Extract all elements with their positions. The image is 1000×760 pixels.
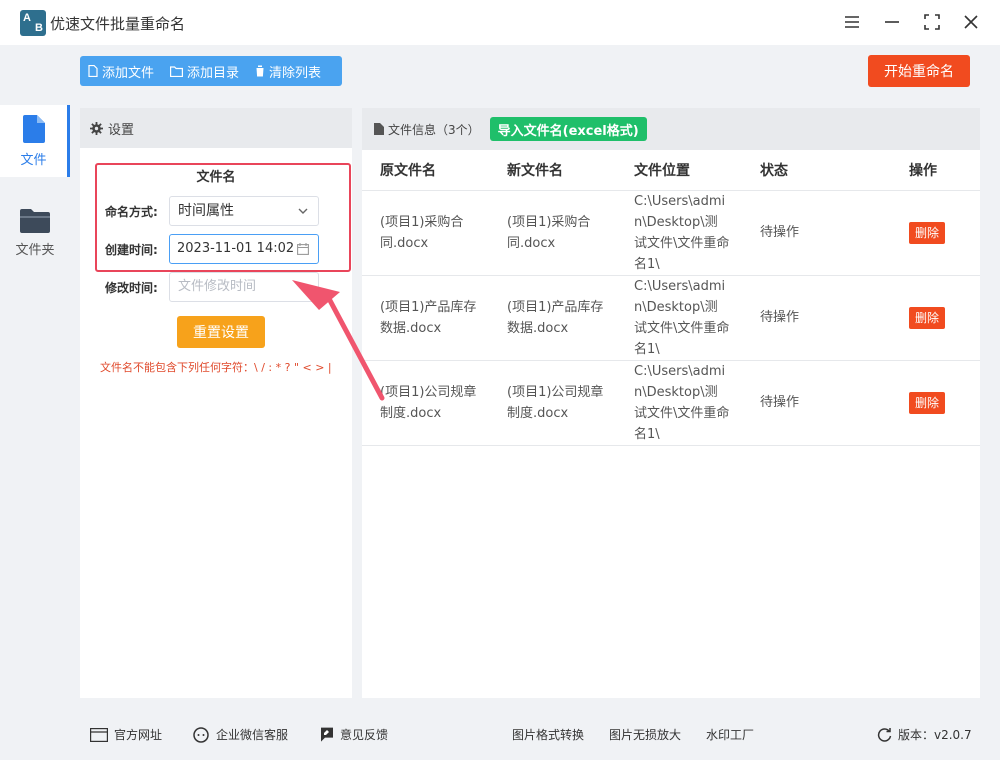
naming-mode-select[interactable]: 时间属性 [169, 196, 319, 226]
reset-settings-button[interactable]: 重置设置 [177, 316, 265, 348]
created-time-value: 2023-11-01 14:02 [177, 241, 295, 256]
menu-icon[interactable] [837, 8, 867, 36]
naming-mode-value: 时间属性 [178, 203, 234, 219]
version-info[interactable]: 版本：v2.0.7 [877, 726, 972, 743]
website-icon [90, 727, 108, 742]
title-bar: A B 优速文件批量重命名 [0, 0, 1000, 45]
app-title: 优速文件批量重命名 [50, 15, 186, 33]
trash-icon [255, 65, 266, 77]
status-cell: 待操作 [742, 190, 891, 276]
sidebar: 文件 文件夹 [0, 45, 70, 710]
section-title: 文件名 [196, 170, 236, 185]
new-name-cell: (项目1)产品库存数据.docx [489, 275, 616, 361]
status-cell: 待操作 [742, 275, 891, 361]
calendar-icon [297, 243, 309, 255]
settings-header: 设置 [80, 108, 352, 148]
clear-list-button[interactable]: 清除列表 [247, 56, 329, 86]
refresh-icon [877, 728, 892, 742]
location-cell: C:\Users\admin\Desktop\测试文件\文件重命名1\ [616, 190, 742, 276]
toolbar: 添加文件 添加目录 清除列表 [80, 56, 342, 86]
feedback-icon [321, 727, 333, 742]
close-icon[interactable] [956, 8, 986, 36]
table-row: (项目1)产品库存数据.docx (项目1)产品库存数据.docx C:\Use… [362, 275, 980, 361]
sidebar-item-folder[interactable]: 文件夹 [0, 197, 70, 269]
original-name-cell: (项目1)采购合同.docx [362, 190, 489, 276]
add-file-label: 添加文件 [102, 65, 155, 81]
action-cell: 删除 [891, 275, 980, 361]
feedback-label: 意见反馈 [340, 728, 389, 742]
settings-panel: 设置 文件名 命名方式: 时间属性 创建时间: 2023-11-01 14:02… [80, 108, 352, 698]
file-icon [374, 123, 384, 135]
add-directory-button[interactable]: 添加目录 [162, 56, 247, 86]
website-label: 官方网址 [114, 728, 163, 742]
logo-letter-b: B [35, 22, 43, 34]
modified-time-input[interactable]: 文件修改时间 [169, 272, 319, 302]
new-name-cell: (项目1)公司规章制度.docx [489, 360, 616, 446]
table-row: (项目1)采购合同.docx (项目1)采购合同.docx C:\Users\a… [362, 190, 980, 276]
delete-button[interactable]: 删除 [909, 306, 946, 329]
sidebar-item-label: 文件夹 [15, 242, 55, 258]
website-link[interactable]: 官方网址 [90, 726, 162, 743]
column-header: 原文件名 [362, 150, 489, 191]
gear-icon [90, 121, 103, 135]
action-cell: 删除 [891, 360, 980, 446]
files-panel: 文件信息（3个） 导入文件名(excel格式) 原文件名 新文件名 文件位置 状… [362, 108, 980, 698]
image-upscale-link[interactable]: 图片无损放大 [609, 726, 681, 743]
sidebar-item-label: 文件 [20, 152, 47, 168]
column-header: 操作 [891, 150, 980, 191]
clear-list-label: 清除列表 [269, 65, 322, 81]
new-name-cell: (项目1)采购合同.docx [489, 190, 616, 276]
minimize-icon[interactable] [877, 8, 907, 36]
original-name-cell: (项目1)产品库存数据.docx [362, 275, 489, 361]
column-header: 状态 [742, 150, 891, 191]
file-table: 原文件名 新文件名 文件位置 状态 操作 (项目1)采购合同.docx (项目1… [362, 150, 980, 446]
original-name-cell: (项目1)公司规章制度.docx [362, 360, 489, 446]
table-header-row: 原文件名 新文件名 文件位置 状态 操作 [362, 150, 980, 191]
settings-title: 设置 [108, 122, 135, 138]
start-rename-button[interactable]: 开始重命名 [868, 55, 970, 87]
column-header: 文件位置 [616, 150, 742, 191]
maximize-icon[interactable] [917, 8, 947, 36]
files-header: 文件信息（3个） 导入文件名(excel格式) [362, 108, 980, 150]
folder-icon [20, 208, 50, 233]
location-cell: C:\Users\admin\Desktop\测试文件\文件重命名1\ [616, 275, 742, 361]
add-file-button[interactable]: 添加文件 [80, 56, 162, 86]
wechat-support-label: 企业微信客服 [216, 728, 289, 742]
created-time-input[interactable]: 2023-11-01 14:02 [169, 234, 319, 264]
modified-time-placeholder: 文件修改时间 [178, 279, 257, 294]
table-row: (项目1)公司规章制度.docx (项目1)公司规章制度.docx C:\Use… [362, 360, 980, 446]
naming-mode-label: 命名方式: [105, 205, 158, 219]
location-cell: C:\Users\admin\Desktop\测试文件\文件重命名1\ [616, 360, 742, 446]
file-icon [22, 114, 45, 143]
status-cell: 待操作 [742, 360, 891, 446]
import-excel-button[interactable]: 导入文件名(excel格式) [489, 117, 647, 141]
folder-icon [170, 65, 184, 77]
file-icon [88, 65, 98, 77]
modified-time-label: 修改时间: [105, 281, 158, 295]
version-label: 版本：v2.0.7 [898, 728, 972, 742]
delete-button[interactable]: 删除 [909, 391, 946, 414]
app-logo: A B [20, 10, 46, 36]
column-header: 新文件名 [489, 150, 616, 191]
feedback-link[interactable]: 意见反馈 [320, 726, 388, 743]
chevron-down-icon [298, 208, 308, 214]
add-directory-label: 添加目录 [187, 65, 240, 81]
watermark-link[interactable]: 水印工厂 [706, 726, 754, 743]
filename-warning: 文件名不能包含下列任何字符：\ / : * ? " < > | [100, 361, 332, 374]
logo-letter-a: A [23, 12, 31, 24]
wechat-support-link[interactable]: 企业微信客服 [192, 726, 288, 743]
created-time-label: 创建时间: [105, 243, 158, 257]
files-count-label: 文件信息（3个） [388, 122, 480, 137]
action-cell: 删除 [891, 190, 980, 276]
footer: 官方网址 企业微信客服 意见反馈 图片格式转换 图片无损放大 水印工厂 版本：v… [70, 710, 1000, 760]
sidebar-item-file[interactable]: 文件 [0, 105, 70, 177]
image-convert-link[interactable]: 图片格式转换 [512, 726, 584, 743]
delete-button[interactable]: 删除 [909, 221, 946, 244]
wechat-icon [193, 726, 209, 743]
